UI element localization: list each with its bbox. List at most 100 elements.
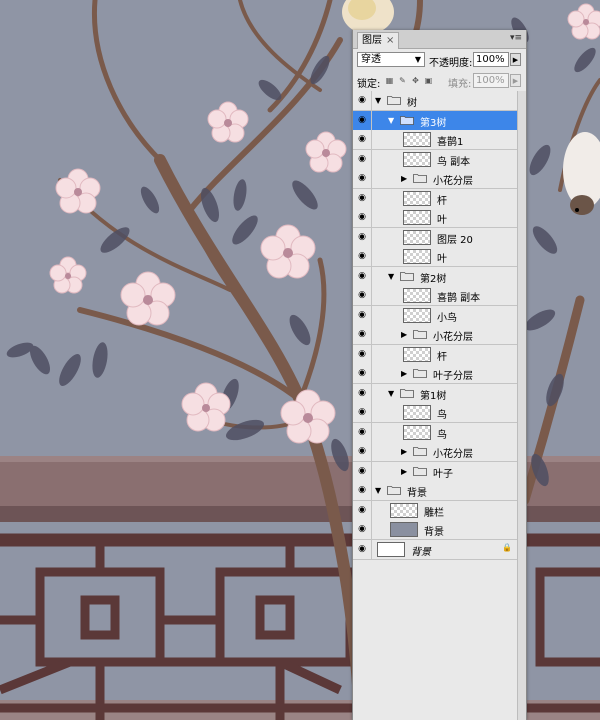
- visibility-eye-icon[interactable]: ◉: [353, 169, 372, 188]
- visibility-eye-icon[interactable]: ◉: [353, 539, 372, 559]
- layer-row[interactable]: ◉ ▼ 背景: [353, 481, 526, 501]
- lock-fill-row: 锁定: ▦ ✎ ✥ ▣ 填充: 100% ▶: [353, 71, 526, 92]
- layer-thumbnail: [390, 522, 418, 537]
- folder-icon: [413, 369, 427, 378]
- layer-thumbnail: [403, 210, 431, 225]
- visibility-eye-icon[interactable]: ◉: [353, 247, 372, 266]
- layer-thumbnail: [403, 151, 431, 167]
- layer-row[interactable]: ◉ ▶ 叶子分层: [353, 364, 526, 384]
- layer-row[interactable]: ◉ ▼ 树: [353, 91, 526, 111]
- layer-row[interactable]: ◉ 杆: [353, 344, 526, 365]
- fill-input[interactable]: 100%: [473, 73, 509, 88]
- layer-row[interactable]: ◉ 叶: [353, 247, 526, 267]
- layer-row[interactable]: ◉ 雕栏: [353, 500, 526, 521]
- expand-triangle-open-icon[interactable]: ▼: [388, 388, 394, 399]
- visibility-eye-icon[interactable]: ◉: [353, 91, 372, 110]
- tab-layers[interactable]: 图层 ×: [357, 32, 400, 49]
- layer-name: 背景: [411, 546, 431, 558]
- fill-slider-arrow-icon[interactable]: ▶: [510, 74, 521, 87]
- layer-list: ◉ ▼ 树 ◉ ▼ 第3树 ◉ 喜鹊1 ◉ 鸟 副本 ◉ ▶ 小花分层 ◉ 杆 ◉ 叶 ◉ 图层 20 ◉ 叶 ◉ ▼ 第2树…: [353, 91, 526, 720]
- layer-row[interactable]: ◉ 叶: [353, 208, 526, 228]
- layer-name: 小花分层: [433, 176, 473, 187]
- layer-row[interactable]: ◉ 杆: [353, 188, 526, 209]
- expand-triangle-closed-icon[interactable]: ▶: [401, 368, 407, 379]
- lock-pixels-brush-icon[interactable]: ✎: [398, 76, 407, 85]
- visibility-eye-icon[interactable]: ◉: [353, 149, 372, 169]
- visibility-eye-icon[interactable]: ◉: [353, 500, 372, 520]
- layer-row[interactable]: ◉ 鸟: [353, 422, 526, 443]
- layer-row[interactable]: ◉ 背景 🔒: [353, 539, 526, 560]
- chevron-down-icon: ▼: [414, 55, 421, 64]
- visibility-eye-icon[interactable]: ◉: [353, 305, 372, 325]
- layer-thumbnail: [403, 346, 431, 362]
- expand-triangle-open-icon[interactable]: ▼: [388, 271, 394, 282]
- visibility-eye-icon[interactable]: ◉: [353, 344, 372, 364]
- expand-triangle-open-icon[interactable]: ▼: [375, 485, 381, 496]
- expand-triangle-open-icon[interactable]: ▼: [388, 115, 394, 126]
- blend-mode-select[interactable]: 穿透 ▼: [357, 52, 425, 67]
- visibility-eye-icon[interactable]: ◉: [353, 422, 372, 442]
- visibility-eye-icon[interactable]: ◉: [353, 461, 372, 481]
- visibility-eye-icon[interactable]: ◉: [353, 442, 372, 461]
- layer-row[interactable]: ◉ ▶ 叶子: [353, 461, 526, 482]
- layer-name: 小花分层: [433, 449, 473, 460]
- tab-layers-label: 图层: [362, 35, 382, 46]
- expand-triangle-closed-icon[interactable]: ▶: [401, 329, 407, 340]
- visibility-eye-icon[interactable]: ◉: [353, 266, 372, 286]
- layer-row[interactable]: ◉ ▶ 小花分层: [353, 169, 526, 189]
- visibility-eye-icon[interactable]: ◉: [353, 286, 372, 305]
- layers-panel: 图层 × ▾≡ 穿透 ▼ 不透明度: 100% ▶ 锁定: ▦ ✎ ✥ ▣ 填充:…: [352, 30, 527, 720]
- layer-thumbnail: [403, 288, 431, 303]
- layer-name: 叶子: [433, 468, 453, 480]
- layer-thumbnail: [377, 541, 405, 557]
- expand-triangle-open-icon[interactable]: ▼: [375, 95, 381, 106]
- layer-name: 图层 20: [437, 234, 473, 246]
- layer-row[interactable]: ◉ 小鸟: [353, 305, 526, 326]
- visibility-eye-icon[interactable]: ◉: [353, 208, 372, 227]
- layer-list-scrollbar[interactable]: [517, 91, 526, 720]
- visibility-eye-icon[interactable]: ◉: [353, 403, 372, 422]
- close-icon[interactable]: ×: [386, 35, 394, 46]
- layer-name: 背景: [424, 527, 444, 538]
- layer-row[interactable]: ◉ 背景: [353, 520, 526, 540]
- visibility-eye-icon[interactable]: ◉: [353, 383, 372, 403]
- panel-menu-icon[interactable]: ▾≡: [510, 33, 522, 43]
- layer-name: 叶: [437, 254, 447, 265]
- layer-thumbnail: [403, 249, 431, 264]
- fill-label: 填充:: [448, 79, 472, 90]
- panel-tab-bar: 图层 × ▾≡: [353, 30, 526, 49]
- layer-row[interactable]: ◉ ▼ 第1树: [353, 383, 526, 404]
- layer-name: 鸟 副本: [437, 156, 471, 168]
- visibility-eye-icon[interactable]: ◉: [353, 325, 372, 344]
- opacity-slider-arrow-icon[interactable]: ▶: [510, 53, 521, 66]
- visibility-eye-icon[interactable]: ◉: [353, 364, 372, 383]
- layer-row[interactable]: ◉ 鸟: [353, 403, 526, 423]
- layer-row[interactable]: ◉ 喜鹊 副本: [353, 286, 526, 306]
- layer-row[interactable]: ◉ 鸟 副本: [353, 149, 526, 170]
- layer-row[interactable]: ◉ 喜鹊1: [353, 130, 526, 150]
- opacity-input[interactable]: 100%: [473, 52, 509, 67]
- folder-icon: [400, 115, 414, 125]
- expand-triangle-closed-icon[interactable]: ▶: [401, 173, 407, 184]
- layer-thumbnail: [403, 405, 431, 420]
- layer-name: 小鸟: [437, 312, 457, 324]
- folder-icon: [400, 388, 414, 398]
- layer-name: 喜鹊1: [437, 137, 464, 148]
- layer-row[interactable]: ◉ ▶ 小花分层: [353, 325, 526, 345]
- layer-row[interactable]: ◉ ▼ 第3树: [353, 110, 526, 131]
- visibility-eye-icon[interactable]: ◉: [353, 130, 372, 149]
- lock-transparency-icon[interactable]: ▦: [385, 76, 394, 85]
- visibility-eye-icon[interactable]: ◉: [353, 188, 372, 208]
- layer-row[interactable]: ◉ ▼ 第2树: [353, 266, 526, 287]
- visibility-eye-icon[interactable]: ◉: [353, 481, 372, 500]
- expand-triangle-closed-icon[interactable]: ▶: [401, 446, 407, 457]
- visibility-eye-icon[interactable]: ◉: [353, 227, 372, 247]
- lock-all-icon[interactable]: ▣: [424, 76, 433, 85]
- layer-row[interactable]: ◉ 图层 20: [353, 227, 526, 248]
- layer-row[interactable]: ◉ ▶ 小花分层: [353, 442, 526, 462]
- lock-position-move-icon[interactable]: ✥: [411, 76, 420, 85]
- expand-triangle-closed-icon[interactable]: ▶: [401, 466, 407, 477]
- layer-thumbnail: [403, 424, 431, 440]
- visibility-eye-icon[interactable]: ◉: [353, 110, 372, 130]
- visibility-eye-icon[interactable]: ◉: [353, 520, 372, 539]
